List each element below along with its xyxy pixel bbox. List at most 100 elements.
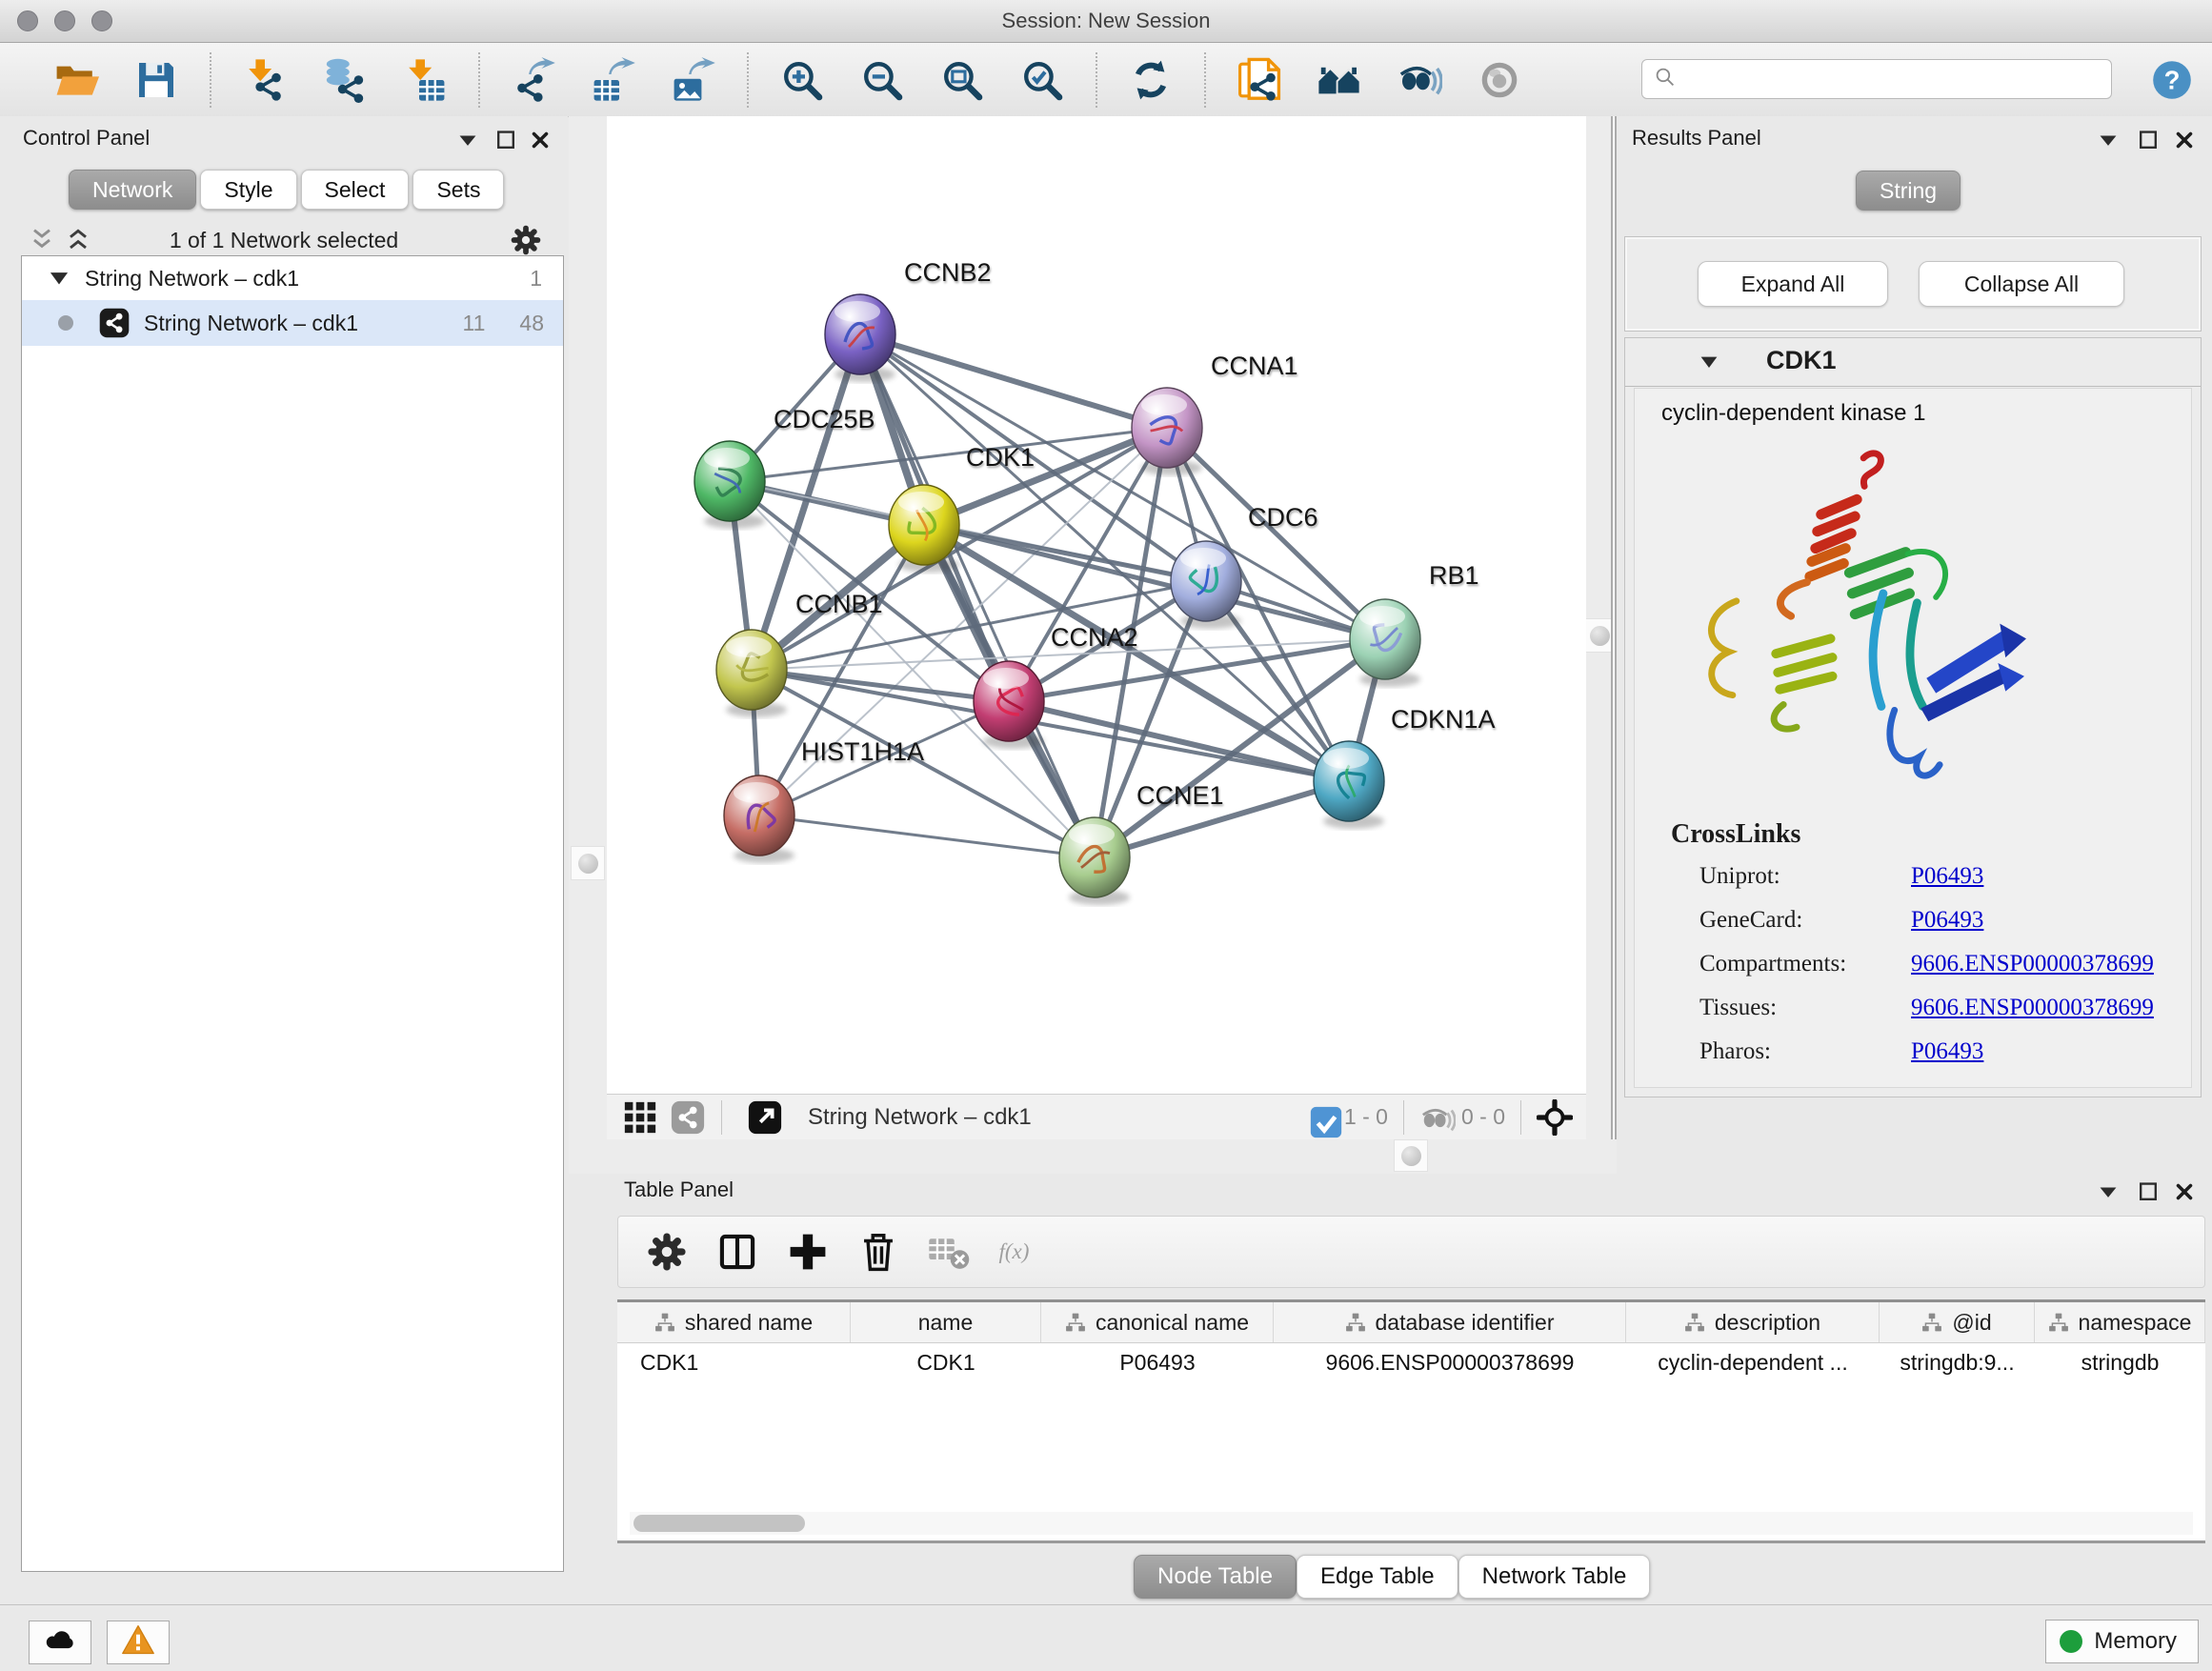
import-network-button[interactable]	[239, 54, 291, 106]
hide-unhide-button[interactable]	[1394, 54, 1445, 106]
panel-menu-icon[interactable]	[455, 128, 480, 152]
tab-network-table[interactable]: Network Table	[1458, 1555, 1651, 1599]
left-splitter[interactable]	[569, 116, 607, 1174]
string-home-button[interactable]	[1314, 54, 1365, 106]
share-document-button[interactable]	[1234, 54, 1285, 106]
network-node-CCNE1[interactable]	[1059, 817, 1130, 905]
disclosure-triangle-icon[interactable]	[1698, 351, 1720, 373]
network-node-CDK1[interactable]	[889, 485, 959, 573]
gene-section-header[interactable]: CDK1	[1625, 338, 2201, 387]
export-table-button[interactable]	[588, 54, 639, 106]
panel-menu-icon[interactable]	[2096, 1179, 2121, 1204]
network-graph[interactable]: CCNB2CCNA1CDC25BCDK1CDC6RB1CCNB1CCNA2CDK…	[607, 116, 1586, 1094]
zoom-in-button[interactable]	[776, 54, 828, 106]
network-edge-HIST1H1A-CCNE1[interactable]	[759, 815, 1095, 857]
tab-select[interactable]: Select	[301, 170, 410, 210]
network-node-CCNA1[interactable]	[1132, 388, 1202, 475]
show-columns-icon[interactable]	[715, 1230, 759, 1274]
svg-text:?: ?	[2164, 65, 2181, 94]
table-settings-icon[interactable]	[645, 1230, 689, 1274]
column-header-@id[interactable]: @id	[1880, 1302, 2035, 1342]
zoom-fit-button[interactable]	[936, 54, 988, 106]
panel-float-icon[interactable]	[2136, 128, 2161, 152]
column-header-description[interactable]: description	[1626, 1302, 1880, 1342]
network-node-CCNB2[interactable]	[825, 294, 895, 382]
save-session-button[interactable]	[131, 54, 182, 106]
network-node-CDC25B[interactable]	[694, 441, 765, 529]
network-collection-row[interactable]: String Network – cdk1 1	[22, 256, 563, 300]
export-image-button[interactable]	[668, 54, 719, 106]
tab-sets[interactable]: Sets	[412, 170, 504, 210]
memory-button[interactable]: Memory	[2045, 1620, 2199, 1663]
warnings-button[interactable]	[107, 1621, 170, 1664]
panel-float-icon[interactable]	[2136, 1179, 2161, 1204]
toggle-eye-button[interactable]	[1474, 54, 1525, 106]
network-node-RB1[interactable]	[1350, 599, 1420, 687]
shared-column-icon	[654, 1312, 675, 1333]
import-table-button[interactable]	[399, 54, 451, 106]
selected-checkbox-icon[interactable]	[1308, 1104, 1335, 1131]
column-header-canonical-name[interactable]: canonical name	[1041, 1302, 1274, 1342]
crosslink-value-link[interactable]: P06493	[1911, 863, 1983, 889]
help-button[interactable]: ?	[2151, 59, 2193, 101]
collapse-all-button[interactable]: Collapse All	[1919, 261, 2124, 307]
tab-style[interactable]: Style	[200, 170, 296, 210]
open-session-button[interactable]	[50, 54, 102, 106]
panel-close-icon[interactable]	[2172, 1179, 2197, 1204]
network-canvas[interactable]: CCNB2CCNA1CDC25BCDK1CDC6RB1CCNB1CCNA2CDK…	[607, 116, 1586, 1094]
search-text-field[interactable]	[1684, 62, 2111, 96]
network-edge-CCNB2-CCNE1[interactable]	[860, 334, 1095, 857]
tab-string[interactable]: String	[1856, 171, 1961, 211]
network-row[interactable]: String Network – cdk1 11 48	[22, 300, 563, 346]
column-header-name[interactable]: name	[851, 1302, 1041, 1342]
right-splitter[interactable]	[1586, 116, 1611, 1174]
fit-selected-icon[interactable]	[1537, 1099, 1573, 1136]
network-node-CDKN1A[interactable]	[1314, 741, 1384, 829]
panel-close-icon[interactable]	[528, 128, 553, 152]
birdseye-view-icon[interactable]	[670, 1099, 706, 1136]
network-node-CCNB1[interactable]	[716, 630, 787, 717]
search-input[interactable]	[1641, 59, 2112, 99]
crosslink-value-link[interactable]: P06493	[1911, 907, 1983, 933]
network-node-CCNA2[interactable]	[974, 661, 1044, 749]
network-node-HIST1H1A[interactable]	[724, 775, 794, 863]
panel-menu-icon[interactable]	[2096, 128, 2121, 152]
network-edge-CCNB2-CCNA1[interactable]	[860, 334, 1167, 428]
detach-view-icon[interactable]	[747, 1099, 783, 1136]
cloud-button[interactable]	[29, 1621, 91, 1664]
grid-view-icon[interactable]	[622, 1099, 658, 1136]
refresh-button[interactable]	[1125, 54, 1176, 106]
bottom-splitter-handle[interactable]	[1394, 1139, 1428, 1172]
tab-edge-table[interactable]: Edge Table	[1297, 1555, 1458, 1599]
network-node-CDC6[interactable]	[1171, 541, 1241, 629]
left-splitter-handle[interactable]	[571, 846, 605, 880]
crosslink-value-link[interactable]: 9606.ENSP00000378699	[1911, 995, 2154, 1020]
gear-icon[interactable]	[509, 223, 543, 257]
zoom-selected-button[interactable]	[1016, 54, 1068, 106]
import-database-button[interactable]	[319, 54, 371, 106]
column-header-database-identifier[interactable]: database identifier	[1274, 1302, 1626, 1342]
scrollbar-thumb[interactable]	[633, 1515, 805, 1532]
expand-all-button[interactable]: Expand All	[1698, 261, 1888, 307]
add-column-icon[interactable]	[786, 1230, 830, 1274]
network-node-label: CDKN1A	[1391, 705, 1496, 734]
table-horizontal-scrollbar[interactable]	[630, 1512, 2193, 1535]
network-node-label: CCNB2	[904, 258, 992, 287]
disclosure-triangle-icon[interactable]	[47, 266, 71, 291]
column-header-namespace[interactable]: namespace	[2035, 1302, 2205, 1342]
crosslink-value-link[interactable]: 9606.ENSP00000378699	[1911, 951, 2154, 976]
hidden-items-icon[interactable]	[1419, 1101, 1452, 1134]
tab-network[interactable]: Network	[69, 170, 196, 210]
network-edge-CCNB2-RB1[interactable]	[860, 334, 1385, 639]
network-edge-CCNB1-CCNA2[interactable]	[752, 670, 1009, 701]
panel-close-icon[interactable]	[2172, 128, 2197, 152]
tab-node-table[interactable]: Node Table	[1134, 1555, 1297, 1599]
delete-column-icon[interactable]	[856, 1230, 900, 1274]
results-panel-tabs: String	[1856, 171, 1964, 211]
export-network-button[interactable]	[508, 54, 559, 106]
table-row[interactable]: CDK1CDK1P064939606.ENSP00000378699cyclin…	[617, 1343, 2205, 1381]
zoom-out-button[interactable]	[856, 54, 908, 106]
column-header-shared-name[interactable]: shared name	[617, 1302, 851, 1342]
crosslink-value-link[interactable]: P06493	[1911, 1038, 1983, 1064]
panel-float-icon[interactable]	[493, 128, 518, 152]
